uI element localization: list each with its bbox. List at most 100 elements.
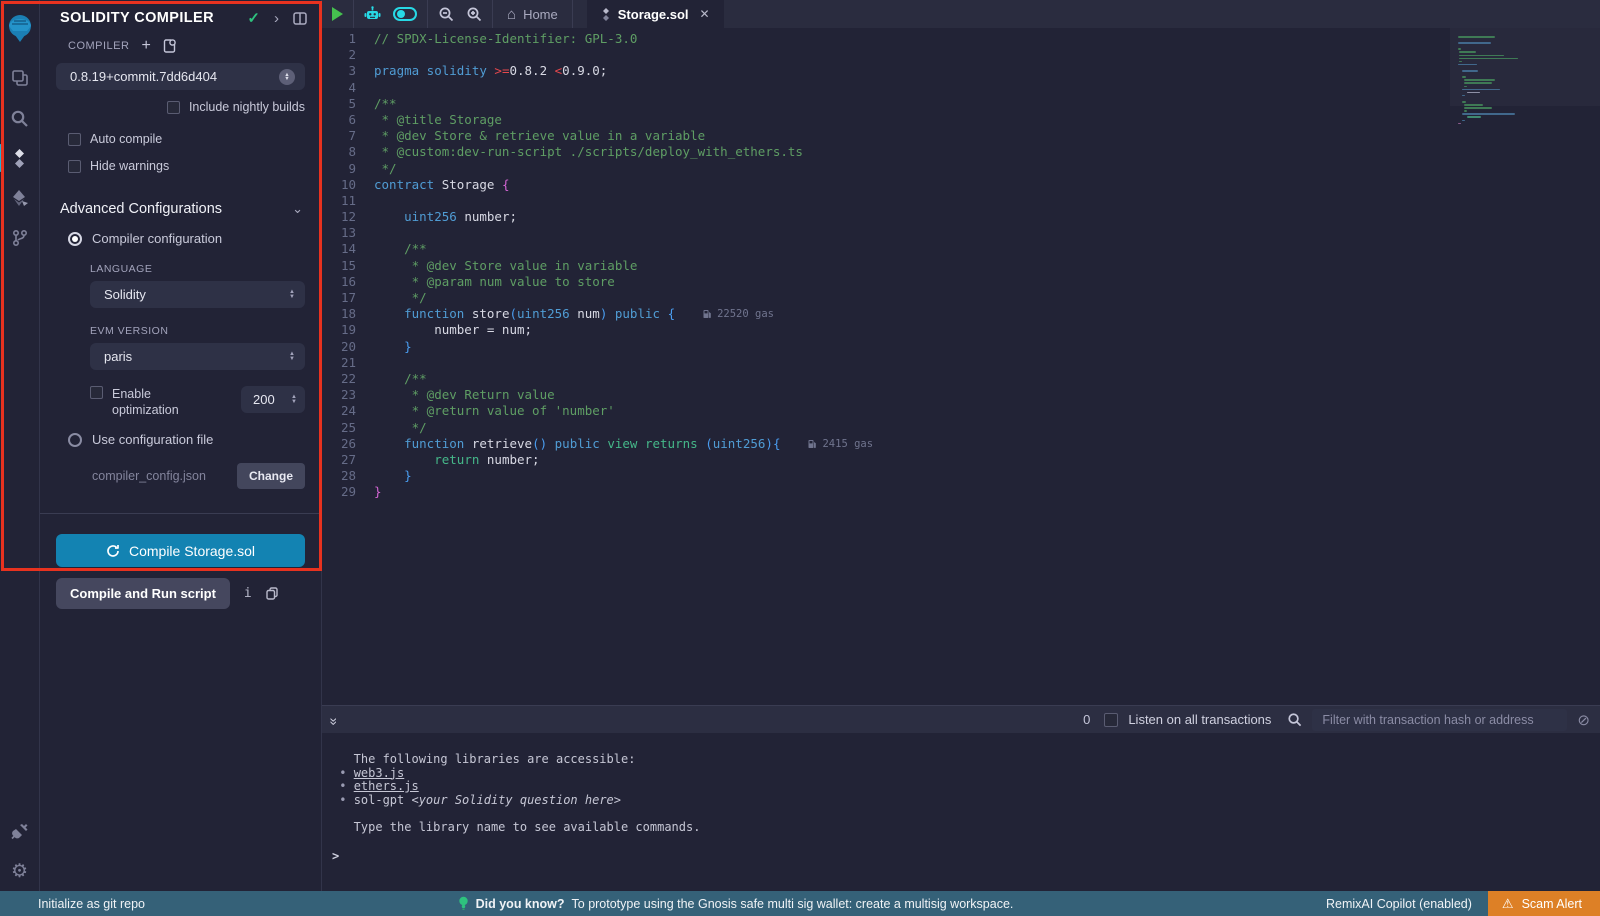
code-line[interactable]: 29}: [322, 484, 1450, 500]
close-tab-icon[interactable]: ✕: [700, 7, 710, 21]
tab-storage-sol[interactable]: Storage.sol ✕: [587, 0, 724, 28]
code-line[interactable]: 22 /**: [322, 371, 1450, 387]
copilot-toggle[interactable]: [393, 7, 417, 21]
library-link[interactable]: web3.js: [354, 766, 405, 780]
minimap[interactable]: [1458, 36, 1568, 126]
terminal-collapse-icon[interactable]: »: [326, 717, 342, 722]
code-line[interactable]: 19 number = num;: [322, 322, 1450, 338]
terminal-header: » 0 Listen on all transactions ⊘: [322, 705, 1600, 733]
zoom-out-icon[interactable]: [438, 6, 454, 22]
code-line[interactable]: 23 * @dev Return value: [322, 387, 1450, 403]
code-line[interactable]: 24 * @return value of 'number': [322, 403, 1450, 419]
code-editor[interactable]: 1// SPDX-License-Identifier: GPL-3.023pr…: [322, 28, 1600, 705]
terminal-prompt[interactable]: >: [332, 849, 339, 863]
code-line[interactable]: 28 }: [322, 468, 1450, 484]
code-line[interactable]: 26 function retrieve() public view retur…: [322, 436, 1450, 452]
solidity-compiler-panel: SOLIDITY COMPILER ✓ › COMPILER +: [40, 0, 322, 891]
code-line[interactable]: 27 return number;: [322, 452, 1450, 468]
enable-optimization-checkbox-row[interactable]: Enable optimization: [90, 386, 204, 418]
hide-warnings-checkbox-row[interactable]: Hide warnings: [40, 146, 321, 173]
line-number: 8: [322, 144, 374, 160]
code-line[interactable]: 7 * @dev Store & retrieve value in a var…: [322, 128, 1450, 144]
code-line[interactable]: 18 function store(uint256 num) public {2…: [322, 306, 1450, 322]
deploy-run-icon[interactable]: [0, 178, 40, 218]
remix-logo[interactable]: [0, 6, 40, 50]
line-number: 11: [322, 193, 374, 209]
code-line[interactable]: 9 */: [322, 161, 1450, 177]
run-script-play-button[interactable]: [332, 7, 343, 21]
solidity-compiler-icon[interactable]: [0, 138, 40, 178]
open-file-icon[interactable]: [163, 39, 176, 53]
tab-home[interactable]: ⌂ Home: [493, 0, 573, 28]
scam-alert-button[interactable]: ⚠ Scam Alert: [1488, 891, 1600, 916]
compiler-version-select[interactable]: 0.8.19+commit.7dd6d404 ▲▼: [56, 63, 305, 90]
code-line[interactable]: 6 * @title Storage: [322, 112, 1450, 128]
git-icon[interactable]: [0, 218, 40, 258]
compiler-configuration-radio-row[interactable]: Compiler configuration: [40, 217, 321, 246]
code-line[interactable]: 10contract Storage {: [322, 177, 1450, 193]
split-panel-icon[interactable]: [293, 12, 307, 25]
line-number: 27: [322, 452, 374, 468]
info-icon[interactable]: i: [244, 586, 252, 601]
code-line[interactable]: 8 * @custom:dev-run-script ./scripts/dep…: [322, 144, 1450, 160]
settings-gear-icon[interactable]: ⚙: [0, 851, 40, 891]
code-line[interactable]: 12 uint256 number;: [322, 209, 1450, 225]
library-link[interactable]: ethers.js: [354, 779, 419, 793]
line-number: 7: [322, 128, 374, 144]
nightly-builds-checkbox-row[interactable]: Include nightly builds: [40, 90, 321, 114]
compile-and-run-button[interactable]: Compile and Run script: [56, 578, 230, 609]
line-number: 10: [322, 177, 374, 193]
code-line[interactable]: 13: [322, 225, 1450, 241]
line-number: 24: [322, 403, 374, 419]
code-line[interactable]: 1// SPDX-License-Identifier: GPL-3.0: [322, 31, 1450, 47]
code-line[interactable]: 3pragma solidity >=0.8.2 <0.9.0;: [322, 63, 1450, 79]
code-line[interactable]: 2: [322, 47, 1450, 63]
compiler-configuration-radio[interactable]: [68, 232, 82, 246]
nightly-builds-checkbox[interactable]: [167, 101, 180, 114]
code-line[interactable]: 21: [322, 355, 1450, 371]
line-number: 4: [322, 80, 374, 96]
copilot-status[interactable]: RemixAI Copilot (enabled): [1326, 897, 1488, 911]
zoom-in-icon[interactable]: [466, 6, 482, 22]
code-line[interactable]: 20 }: [322, 339, 1450, 355]
advanced-configurations-toggle[interactable]: Advanced Configurations ⌄: [40, 173, 321, 217]
chevron-right-icon[interactable]: ›: [274, 10, 279, 27]
code-line[interactable]: 25 */: [322, 420, 1450, 436]
add-compiler-icon[interactable]: +: [141, 41, 150, 51]
file-explorer-icon[interactable]: [0, 58, 40, 98]
code-line[interactable]: 4: [322, 80, 1450, 96]
terminal-output[interactable]: The following libraries are accessible: …: [322, 733, 1600, 891]
transaction-filter-input[interactable]: [1312, 709, 1567, 731]
line-number: 15: [322, 258, 374, 274]
optimization-runs-input[interactable]: 200 ▲▼: [241, 386, 305, 413]
enable-optimization-checkbox[interactable]: [90, 386, 103, 399]
use-config-file-radio-row[interactable]: Use configuration file: [40, 418, 321, 447]
plugin-manager-icon[interactable]: [0, 811, 40, 851]
search-icon[interactable]: [0, 98, 40, 138]
line-number: 23: [322, 387, 374, 403]
compile-button[interactable]: Compile Storage.sol: [56, 534, 305, 567]
git-init-button[interactable]: Initialize as git repo: [0, 897, 145, 911]
clear-console-icon[interactable]: ⊘: [1577, 711, 1590, 729]
remixai-robot-icon[interactable]: [364, 6, 381, 22]
terminal-line: Type the library name to see available c…: [332, 821, 1600, 835]
line-number: 26: [322, 436, 374, 452]
code-line[interactable]: 15 * @dev Store value in variable: [322, 258, 1450, 274]
code-line[interactable]: 5/**: [322, 96, 1450, 112]
code-line[interactable]: 17 */: [322, 290, 1450, 306]
auto-compile-checkbox-row[interactable]: Auto compile: [40, 114, 321, 146]
evm-version-select[interactable]: paris ▲▼: [90, 343, 305, 370]
language-select[interactable]: Solidity ▲▼: [90, 281, 305, 308]
auto-compile-checkbox[interactable]: [68, 133, 81, 146]
use-config-file-radio[interactable]: [68, 433, 82, 447]
code-line[interactable]: 16 * @param num value to store: [322, 274, 1450, 290]
copy-icon[interactable]: [266, 587, 278, 600]
change-config-button[interactable]: Change: [237, 463, 305, 489]
remix-ide-window: ⚙ SOLIDITY COMPILER ✓ › COMPILER +: [0, 0, 1600, 916]
listen-transactions-checkbox[interactable]: [1104, 713, 1118, 727]
code-line[interactable]: 14 /**: [322, 241, 1450, 257]
line-number: 9: [322, 161, 374, 177]
code-line[interactable]: 11: [322, 193, 1450, 209]
warning-icon: ⚠: [1502, 896, 1514, 912]
hide-warnings-checkbox[interactable]: [68, 160, 81, 173]
